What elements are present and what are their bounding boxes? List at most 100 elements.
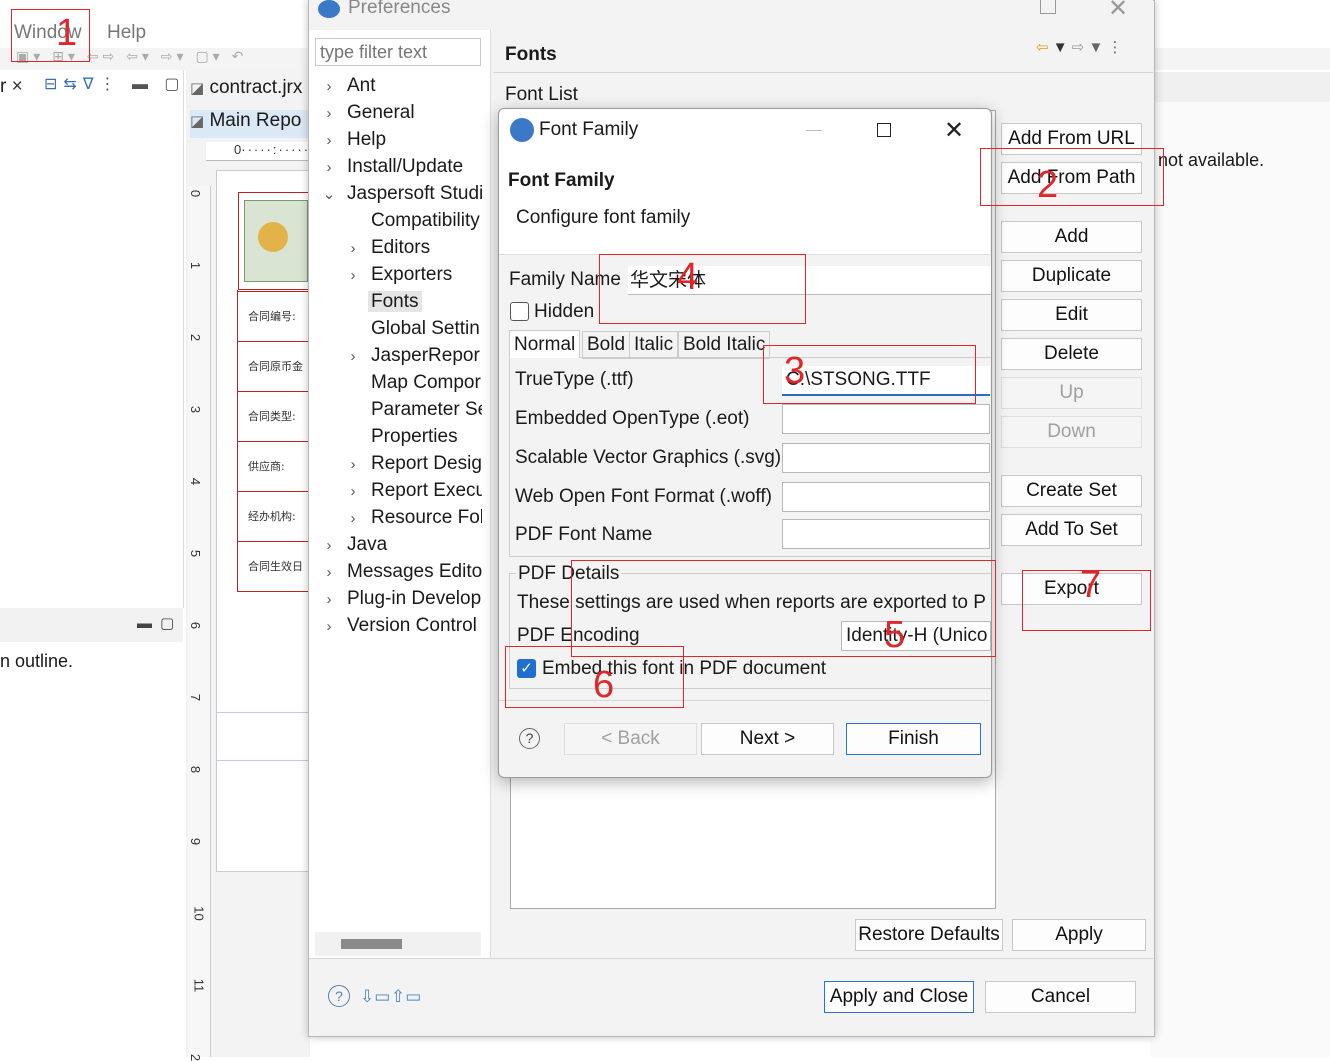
dialog-help-icon[interactable]: ?: [519, 728, 540, 749]
chevron-right-icon[interactable]: ›: [344, 343, 362, 370]
tree-item[interactable]: › Report Execu: [344, 477, 483, 505]
tab-bold[interactable]: Bold: [582, 331, 631, 359]
tree-item[interactable]: › Report Desig: [344, 450, 482, 477]
duplicate-button[interactable]: Duplicate: [1001, 260, 1142, 292]
chevron-right-icon[interactable]: ›: [344, 451, 362, 478]
create-set-button[interactable]: Create Set: [1001, 475, 1142, 507]
tree-item-label: Resource Fol: [371, 507, 482, 528]
help-icon[interactable]: ?: [328, 985, 350, 1007]
tree-item-label: Exporters: [371, 264, 453, 285]
finish-button[interactable]: Finish: [846, 723, 981, 755]
ruler-number: 2: [188, 1053, 204, 1061]
import-icon[interactable]: ⇩▭: [360, 987, 390, 1007]
apply-button[interactable]: Apply: [1012, 919, 1146, 951]
chevron-right-icon[interactable]: ›: [344, 478, 362, 505]
tree-item[interactable]: › General: [320, 99, 418, 126]
chevron-right-icon[interactable]: ›: [320, 154, 338, 181]
left-view-toolbar[interactable]: ⊟⇆∇⋮ ▬ ▢: [44, 74, 186, 94]
tree-item[interactable]: Fonts: [344, 288, 422, 315]
menu-help[interactable]: Help: [107, 22, 146, 44]
chevron-right-icon[interactable]: ›: [320, 100, 338, 127]
back-icon[interactable]: ⇦: [1036, 39, 1049, 56]
down-button[interactable]: Down: [1001, 416, 1142, 448]
tree-item-label: General: [347, 102, 415, 123]
export-prefs-icon[interactable]: ⇧▭: [391, 987, 421, 1007]
chevron-right-icon[interactable]: ›: [320, 532, 338, 559]
chevron-right-icon[interactable]: ›: [320, 127, 338, 154]
ruler-number: 6: [188, 621, 204, 630]
scrollbar-thumb[interactable]: [341, 939, 402, 949]
apply-and-close-button[interactable]: Apply and Close: [824, 981, 974, 1013]
back-menu-icon[interactable]: ▼: [1049, 39, 1072, 56]
tab-normal[interactable]: Normal: [509, 330, 581, 358]
tree-item[interactable]: Compatibility: [344, 207, 482, 234]
svg-field[interactable]: [782, 443, 990, 473]
chevron-right-icon[interactable]: ›: [320, 586, 338, 613]
tree-item[interactable]: › Exporters: [344, 261, 455, 288]
tree-item[interactable]: Map Compor: [344, 369, 482, 396]
ruler-number: 9: [188, 837, 204, 846]
filter-input[interactable]: [315, 38, 481, 66]
chevron-down-icon[interactable]: ⌄: [320, 181, 338, 208]
annotation-number-7: 7: [1080, 564, 1102, 606]
maximize-icon[interactable]: [877, 123, 891, 137]
up-button[interactable]: Up: [1001, 377, 1142, 409]
tree-item[interactable]: ⌄ Jaspersoft Studi: [320, 180, 482, 207]
editor-report-tab[interactable]: ◪ Main Repo: [190, 110, 310, 138]
report-field-label: 合同生效日: [238, 541, 308, 591]
left-view-tab[interactable]: r ×: [0, 76, 23, 98]
dialog-close-icon[interactable]: ✕: [944, 116, 964, 145]
tree-item[interactable]: Properties: [344, 423, 461, 450]
tab-bold-italic[interactable]: Bold Italic: [678, 331, 771, 359]
chevron-right-icon[interactable]: ›: [320, 613, 338, 640]
ruler-number: 5: [188, 549, 204, 558]
tab-italic[interactable]: Italic: [629, 331, 679, 359]
hidden-checkbox[interactable]: [510, 302, 529, 321]
back-button[interactable]: < Back: [564, 723, 697, 755]
report-margin-line-1: [216, 712, 310, 713]
page-nav-toolbar[interactable]: ⇦ ▼ ⇨ ▼ ⋮: [1036, 38, 1123, 56]
pdf-font-name-field[interactable]: [782, 519, 990, 549]
tree-item-label: Parameter Se: [371, 399, 482, 420]
forward-icon[interactable]: ⇨: [1072, 39, 1085, 56]
chevron-right-icon[interactable]: ›: [344, 262, 362, 289]
editor-file-tab[interactable]: ◪ contract.jrx: [190, 77, 302, 99]
add-button[interactable]: Add: [1001, 221, 1142, 253]
tree-item[interactable]: › Plug-in Develop: [320, 585, 482, 612]
outline-view-controls[interactable]: ▬▢: [137, 614, 182, 632]
tree-item[interactable]: › Java: [320, 531, 390, 558]
restore-defaults-button[interactable]: Restore Defaults: [855, 919, 1003, 951]
cancel-button[interactable]: Cancel: [985, 981, 1136, 1013]
tree-item[interactable]: › Help: [320, 126, 389, 153]
delete-button[interactable]: Delete: [1001, 338, 1142, 370]
ruler-number: 8: [188, 765, 204, 774]
dialog-title: Font Family: [539, 119, 639, 140]
maximize-button[interactable]: [1040, 0, 1056, 14]
forward-menu-icon[interactable]: ▼: [1084, 39, 1107, 56]
filter-icon[interactable]: ∇: [83, 76, 100, 93]
tree-item[interactable]: › Version Control: [320, 612, 480, 639]
tree-item[interactable]: › Editors: [344, 234, 433, 261]
tree-item[interactable]: › Messages Editor: [320, 558, 483, 586]
tree-item[interactable]: › JasperRepor: [344, 342, 482, 369]
close-icon[interactable]: ×: [12, 76, 23, 97]
chevron-right-icon[interactable]: ›: [320, 559, 338, 586]
tree-item[interactable]: › Resource Fol: [344, 504, 483, 532]
add-to-set-button[interactable]: Add To Set: [1001, 514, 1142, 546]
eot-label: Embedded OpenType (.eot): [515, 408, 750, 429]
woff-field[interactable]: [782, 482, 990, 512]
annotation-number-2: 2: [1037, 164, 1059, 206]
next-button[interactable]: Next >: [701, 723, 834, 755]
chevron-right-icon[interactable]: ›: [320, 73, 338, 100]
tree-item[interactable]: › Ant: [320, 72, 379, 99]
minimize-icon[interactable]: [806, 130, 822, 131]
close-button[interactable]: ✕: [1108, 0, 1128, 23]
chevron-right-icon[interactable]: ›: [344, 235, 362, 262]
tree-item[interactable]: Global Settin: [344, 315, 482, 342]
more-icon[interactable]: ⋮: [1108, 39, 1123, 56]
tree-item[interactable]: Parameter Se: [344, 396, 482, 423]
eot-field[interactable]: [782, 404, 990, 434]
edit-button[interactable]: Edit: [1001, 299, 1142, 331]
tree-item[interactable]: › Install/Update: [320, 153, 466, 180]
chevron-right-icon[interactable]: ›: [344, 505, 362, 532]
